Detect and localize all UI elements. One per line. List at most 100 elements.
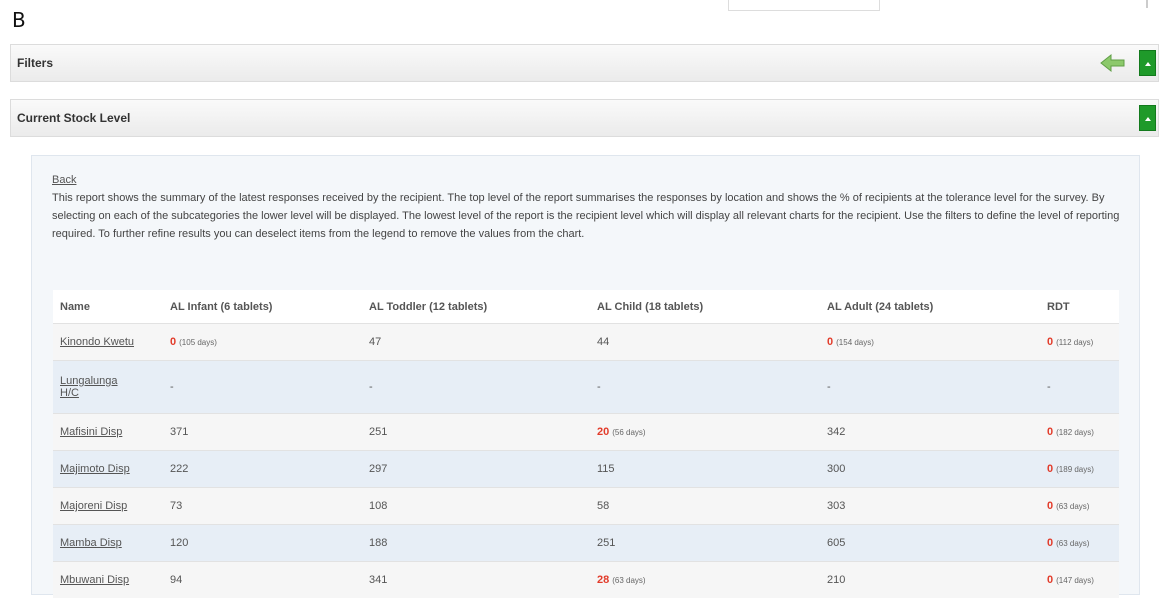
days-since-stockout: (63 days) (1056, 539, 1089, 548)
report-content: Back This report shows the summary of th… (31, 155, 1140, 595)
column-header[interactable]: AL Infant (6 tablets) (163, 290, 362, 324)
stock-cell: - (362, 361, 590, 414)
stock-cell: 342 (820, 414, 1040, 451)
stock-alert-value: 0 (1047, 537, 1053, 549)
stock-value: 120 (170, 537, 188, 549)
stock-cell: 0(63 days) (1040, 488, 1119, 525)
table-row[interactable]: Kinondo Kwetu0(105 days)47440(154 days)0… (53, 324, 1119, 361)
stock-value: - (369, 381, 373, 393)
location-link[interactable]: Mamba Disp (60, 537, 122, 549)
back-link[interactable]: Back (52, 174, 76, 186)
stock-cell: - (1040, 361, 1119, 414)
stock-cell: 58 (590, 488, 820, 525)
column-header[interactable]: Name (53, 290, 163, 324)
stock-value: - (1047, 381, 1051, 393)
days-since-stockout: (189 days) (1056, 465, 1094, 474)
location-link[interactable]: Mbuwani Disp (60, 574, 129, 586)
table-row[interactable]: Majoreni Disp 73 108 583030(63 days) (53, 488, 1119, 525)
stock-cell: 28(63 days) (590, 562, 820, 598)
location-cell: Mafisini Disp (53, 414, 163, 451)
stock-cell: - (820, 361, 1040, 414)
days-since-stockout: (147 days) (1056, 576, 1094, 585)
stock-value: 605 (827, 537, 845, 549)
stock-cell: 210 (820, 562, 1040, 598)
stock-cell: 303 (820, 488, 1040, 525)
location-link[interactable]: Lungalunga H/C (60, 375, 122, 399)
stock-value: 115 (597, 463, 615, 475)
stock-cell: 47 (362, 324, 590, 361)
stock-alert-value: 20 (597, 426, 609, 438)
stock-table: Name AL Infant (6 tablets) AL Toddler (1… (53, 290, 1119, 598)
stock-value: 44 (597, 336, 609, 348)
stock-value: - (170, 381, 174, 393)
stock-value: 222 (170, 463, 188, 475)
location-cell: Mbuwani Disp (53, 562, 163, 598)
table-row[interactable]: Mbuwani Disp 94 341 28(63 days) 210 0(147 day… (53, 562, 1119, 598)
stock-value: 251 (369, 426, 387, 438)
table-row[interactable]: Majimoto Disp2222971153000(189 days) (53, 451, 1119, 488)
location-link[interactable]: Majimoto Disp (60, 463, 130, 475)
stock-cell: 222 (163, 451, 362, 488)
stock-value: - (597, 381, 601, 393)
stock-cell: 94 (163, 562, 362, 598)
location-cell: Lungalunga H/C (53, 361, 163, 414)
stock-panel-header[interactable]: Current Stock Level (10, 99, 1159, 137)
filters-toggle-button[interactable] (1139, 50, 1156, 76)
column-header[interactable]: AL Adult (24 tablets) (820, 290, 1040, 324)
caret-up-icon (1145, 62, 1151, 66)
column-header[interactable]: AL Child (18 tablets) (590, 290, 820, 324)
stock-cell: 0(189 days) (1040, 451, 1119, 488)
stock-cell: 0(112 days) (1040, 324, 1119, 361)
stock-value: 188 (369, 537, 387, 549)
table-header-row: Name AL Infant (6 tablets) AL Toddler (1… (53, 290, 1119, 324)
stock-value: - (827, 381, 831, 393)
days-since-stockout: (56 days) (612, 428, 645, 437)
stock-toggle-button[interactable] (1139, 105, 1156, 131)
caret-up-icon (1145, 117, 1151, 121)
location-cell: Mamba Disp (53, 525, 163, 562)
left-arrow-icon[interactable] (1100, 53, 1126, 73)
stock-value: 371 (170, 426, 188, 438)
stock-cell: 44 (590, 324, 820, 361)
location-link[interactable]: Majoreni Disp (60, 500, 127, 512)
location-link[interactable]: Mafisini Disp (60, 426, 122, 438)
column-header[interactable]: AL Toddler (12 tablets) (362, 290, 590, 324)
stock-cell: 605 (820, 525, 1040, 562)
stock-cell: 0(147 days) (1040, 562, 1119, 598)
stock-value: 210 (827, 574, 845, 586)
stock-cell: 251 (590, 525, 820, 562)
stock-alert-value: 0 (1047, 336, 1053, 348)
stock-cell: - (590, 361, 820, 414)
filters-panel-header[interactable]: Filters (10, 44, 1159, 82)
stock-cell: 251 (362, 414, 590, 451)
stock-alert-value: 28 (597, 574, 609, 586)
stock-value: 73 (170, 500, 182, 512)
column-header[interactable]: RDT (1040, 290, 1119, 324)
table-row[interactable]: Mamba Disp 120 188 251 605 0(63 days) (53, 525, 1119, 562)
table-row[interactable]: Mafisini Disp37125120(56 days)3420(182 d… (53, 414, 1119, 451)
stock-value: 108 (369, 500, 387, 512)
top-field-fragment (728, 0, 880, 11)
stock-cell: 0(63 days) (1040, 525, 1119, 562)
stock-cell: - (163, 361, 362, 414)
days-since-stockout: (154 days) (836, 338, 874, 347)
location-cell: Majoreni Disp (53, 488, 163, 525)
location-link[interactable]: Kinondo Kwetu (60, 336, 134, 348)
stock-value: 342 (827, 426, 845, 438)
location-cell: Majimoto Disp (53, 451, 163, 488)
location-cell: Kinondo Kwetu (53, 324, 163, 361)
stock-cell: 297 (362, 451, 590, 488)
days-since-stockout: (63 days) (1056, 502, 1089, 511)
stock-cell: 0(154 days) (820, 324, 1040, 361)
stock-alert-value: 0 (1047, 574, 1053, 586)
report-description: This report shows the summary of the lat… (52, 189, 1120, 243)
stock-cell: 188 (362, 525, 590, 562)
stock-value: 47 (369, 336, 381, 348)
stock-value: 341 (369, 574, 387, 586)
stock-cell: 300 (820, 451, 1040, 488)
filters-panel-title: Filters (17, 56, 53, 70)
stock-cell: 341 (362, 562, 590, 598)
table-row[interactable]: Lungalunga H/C - - - - - (53, 361, 1119, 414)
stock-alert-value: 0 (1047, 463, 1053, 475)
stock-cell: 115 (590, 451, 820, 488)
